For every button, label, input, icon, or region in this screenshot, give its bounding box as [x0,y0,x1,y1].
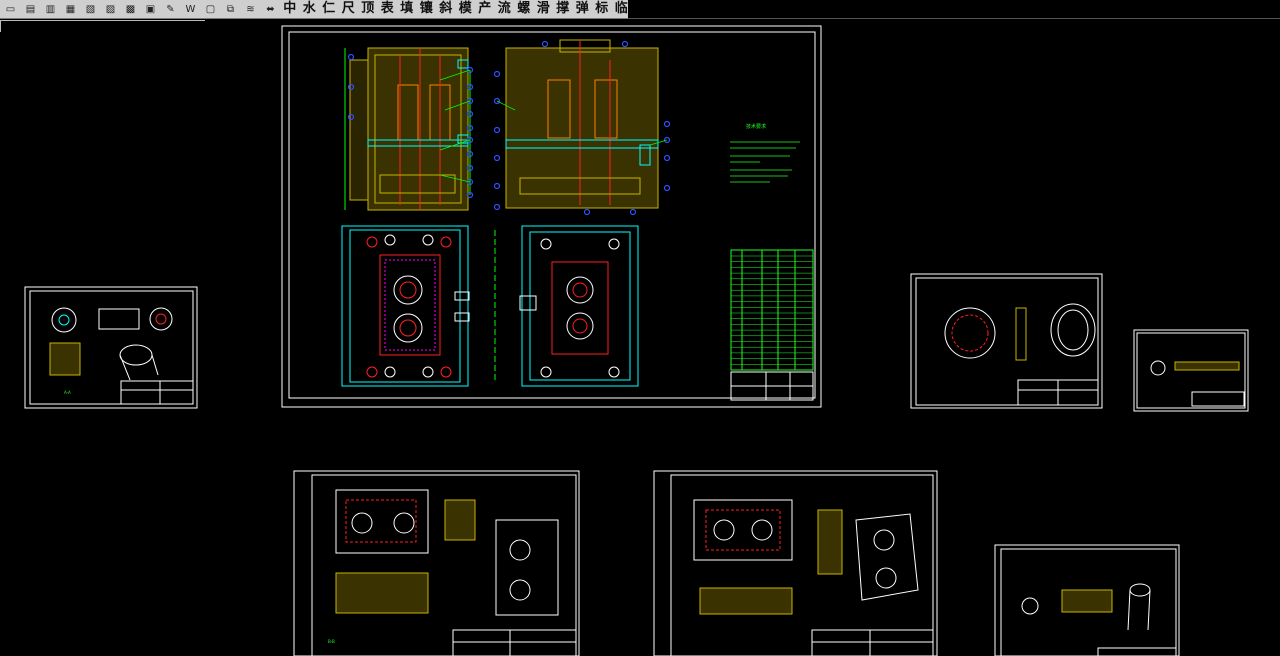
title-block-main [730,371,814,401]
tech-notes-title: 技术要求 [746,123,766,130]
plan-view-left [341,225,470,387]
plan-view-right [519,225,639,387]
sheet-left-small[interactable]: A-A [24,286,198,409]
drawing-canvas[interactable]: 技术要求 A-A B-B [0,0,1280,656]
tech-notes [730,141,800,183]
sheet-bottom-middle[interactable] [653,470,938,656]
sheet-bottom-left[interactable]: B-B [293,470,580,656]
section-view-right [505,39,659,209]
sheet-right-pin[interactable] [1133,329,1249,412]
sheet-left-label: A-A [64,390,71,395]
parts-list-table [730,249,814,371]
section-view-left [344,47,471,211]
sheet-bottom-right[interactable] [994,544,1180,656]
sheet-bottom-left-label: B-B [328,639,335,644]
parts-list-rows [731,255,813,365]
sheet-right-ring[interactable] [910,273,1103,409]
sheet-main-assembly[interactable]: 技术要求 [281,25,822,408]
